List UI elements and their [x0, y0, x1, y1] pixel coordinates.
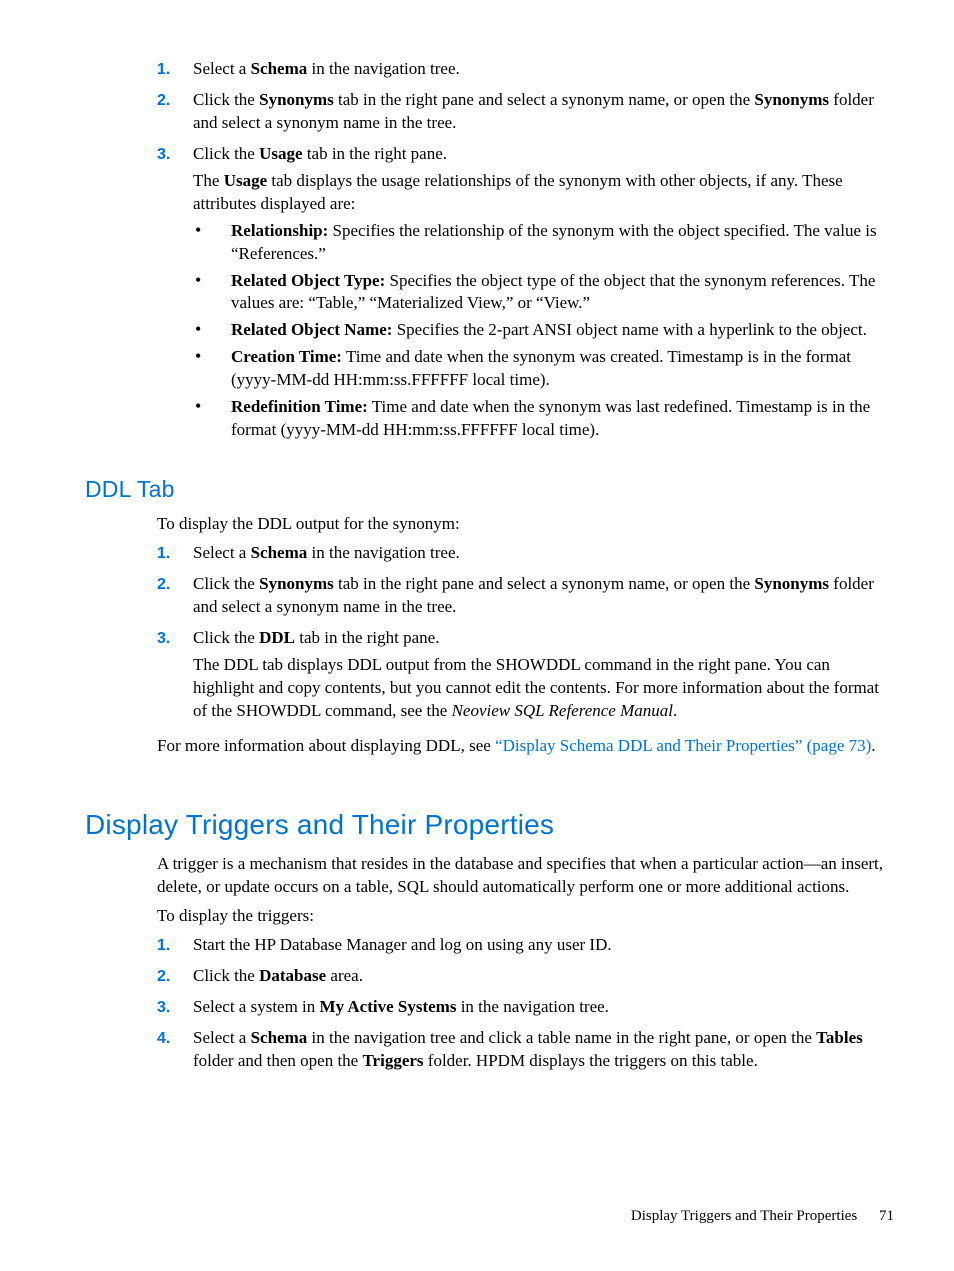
list-text: Click the Synonyms tab in the right pane…	[193, 89, 894, 135]
list-item: 3. Select a system in My Active Systems …	[157, 996, 894, 1023]
list-number: 3.	[157, 143, 193, 446]
list-body: Click the Database area.	[193, 965, 894, 992]
bullet-item: • Redefinition Time: Time and date when …	[193, 396, 894, 442]
list-text: Click the Usage tab in the right pane.	[193, 143, 894, 166]
bullet-icon: •	[193, 270, 231, 316]
ddl-intro: To display the DDL output for the synony…	[157, 513, 894, 536]
list-number: 2.	[157, 965, 193, 992]
bullet-icon: •	[193, 396, 231, 442]
triggers-intro: A trigger is a mechanism that resides in…	[157, 853, 894, 899]
usage-steps-list: 1. Select a Schema in the navigation tre…	[157, 58, 894, 446]
bullet-body: Redefinition Time: Time and date when th…	[231, 396, 894, 442]
list-item: 3. Click the DDL tab in the right pane. …	[157, 627, 894, 727]
list-text: Select a Schema in the navigation tree.	[193, 58, 894, 81]
list-number: 2.	[157, 89, 193, 139]
bullet-item: • Related Object Name: Specifies the 2-p…	[193, 319, 894, 342]
display-schema-ddl-link[interactable]: “Display Schema DDL and Their Properties…	[495, 736, 871, 755]
list-item: 2. Click the Synonyms tab in the right p…	[157, 573, 894, 623]
ddl-closing-text: For more information about displaying DD…	[157, 735, 894, 758]
list-text: Start the HP Database Manager and log on…	[193, 934, 894, 957]
list-body: Select a Schema in the navigation tree a…	[193, 1027, 894, 1077]
list-body: Select a Schema in the navigation tree.	[193, 58, 894, 85]
list-item: 2. Click the Synonyms tab in the right p…	[157, 89, 894, 139]
list-item: 2. Click the Database area.	[157, 965, 894, 992]
page-footer: Display Triggers and Their Properties 71	[631, 1206, 894, 1226]
list-text: Select a Schema in the navigation tree a…	[193, 1027, 894, 1073]
triggers-steps-list: 1. Start the HP Database Manager and log…	[157, 934, 894, 1077]
list-body: Click the Synonyms tab in the right pane…	[193, 573, 894, 623]
ddl-closing: For more information about displaying DD…	[157, 735, 894, 758]
list-number: 4.	[157, 1027, 193, 1077]
bullet-body: Creation Time: Time and date when the sy…	[231, 346, 894, 392]
triggers-intro2: To display the triggers:	[157, 905, 894, 928]
bullet-icon: •	[193, 319, 231, 342]
bullet-item: • Relationship: Specifies the relationsh…	[193, 220, 894, 266]
display-triggers-heading: Display Triggers and Their Properties	[85, 806, 894, 844]
list-body: Click the DDL tab in the right pane. The…	[193, 627, 894, 727]
attributes-bullet-list: • Relationship: Specifies the relationsh…	[193, 220, 894, 442]
list-item: 1. Start the HP Database Manager and log…	[157, 934, 894, 961]
bullet-body: Related Object Type: Specifies the objec…	[231, 270, 894, 316]
list-body: Select a Schema in the navigation tree.	[193, 542, 894, 569]
list-follow-text: The DDL tab displays DDL output from the…	[193, 654, 894, 723]
list-text: Select a system in My Active Systems in …	[193, 996, 894, 1019]
ddl-tab-heading: DDL Tab	[85, 474, 894, 505]
document-page: 1. Select a Schema in the navigation tre…	[0, 0, 954, 1271]
page-number: 71	[879, 1208, 894, 1224]
bullet-icon: •	[193, 346, 231, 392]
bullet-item: • Related Object Type: Specifies the obj…	[193, 270, 894, 316]
ddl-body: To display the DDL output for the synony…	[157, 513, 894, 536]
bullet-item: • Creation Time: Time and date when the …	[193, 346, 894, 392]
list-number: 1.	[157, 934, 193, 961]
list-number: 1.	[157, 542, 193, 569]
list-text: Click the Synonyms tab in the right pane…	[193, 573, 894, 619]
list-body: Select a system in My Active Systems in …	[193, 996, 894, 1023]
list-follow-text: The Usage tab displays the usage relatio…	[193, 170, 894, 216]
list-number: 2.	[157, 573, 193, 623]
list-number: 3.	[157, 627, 193, 727]
list-text: Click the DDL tab in the right pane.	[193, 627, 894, 650]
list-body: Click the Synonyms tab in the right pane…	[193, 89, 894, 139]
bullet-body: Relationship: Specifies the relationship…	[231, 220, 894, 266]
list-number: 1.	[157, 58, 193, 85]
footer-title: Display Triggers and Their Properties	[631, 1208, 857, 1224]
list-item: 1. Select a Schema in the navigation tre…	[157, 542, 894, 569]
list-body: Start the HP Database Manager and log on…	[193, 934, 894, 961]
bullet-body: Related Object Name: Specifies the 2-par…	[231, 319, 894, 342]
list-number: 3.	[157, 996, 193, 1023]
bullet-icon: •	[193, 220, 231, 266]
list-item: 3. Click the Usage tab in the right pane…	[157, 143, 894, 446]
triggers-body: A trigger is a mechanism that resides in…	[157, 853, 894, 928]
list-text: Click the Database area.	[193, 965, 894, 988]
list-text: Select a Schema in the navigation tree.	[193, 542, 894, 565]
list-item: 1. Select a Schema in the navigation tre…	[157, 58, 894, 85]
list-body: Click the Usage tab in the right pane. T…	[193, 143, 894, 446]
ddl-steps-list: 1. Select a Schema in the navigation tre…	[157, 542, 894, 727]
list-item: 4. Select a Schema in the navigation tre…	[157, 1027, 894, 1077]
